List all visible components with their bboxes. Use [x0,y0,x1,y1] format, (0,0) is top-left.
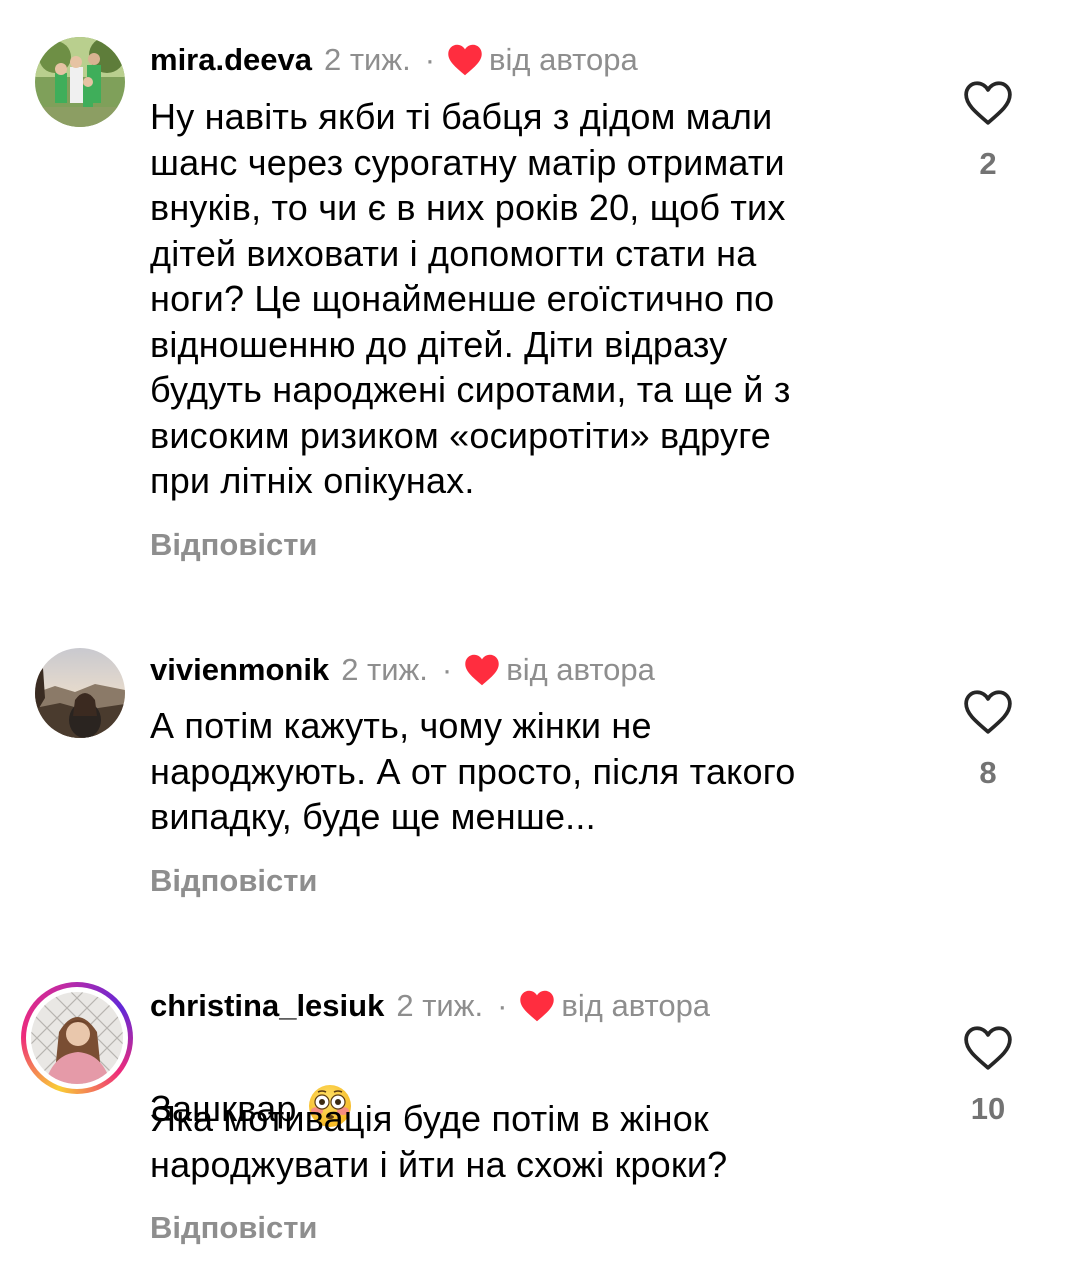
timestamp[interactable]: 2 тиж. [324,40,411,80]
like-count: 8 [979,755,997,790]
separator-dot: · [424,42,436,77]
username[interactable]: vivienmonik [150,650,329,690]
reply-button[interactable]: Відповісти [150,1208,318,1248]
author-heart-icon [465,654,499,686]
comment-text: А потім кажуть, чому жінки не народжують… [150,705,796,837]
avatar[interactable] [35,37,125,127]
comment-text: Ну навіть якби ті бабця з дідом мали шан… [150,96,791,501]
timestamp[interactable]: 2 тиж. [396,986,483,1026]
liked-by-author-label: від автора [561,988,711,1023]
heart-outline-icon[interactable] [963,1025,1013,1071]
separator-dot: · [497,988,508,1023]
comment-text: Яка мотивація буде потім в жінок народжу… [150,1098,728,1185]
like-control: 2 [952,80,1024,184]
heart-outline-icon[interactable] [963,689,1013,735]
avatar[interactable] [35,648,125,738]
username[interactable]: christina_lesiuk [150,986,384,1026]
author-heart-icon [448,44,482,76]
reply-button[interactable]: Відповісти [150,525,318,565]
like-count: 10 [970,1091,1006,1126]
like-control: 8 [952,689,1024,793]
timestamp[interactable]: 2 тиж. [341,650,428,690]
heart-outline-icon[interactable] [963,80,1013,126]
comment-meta: christina_lesiuk 2 тиж. · від автора [150,986,710,1026]
liked-by-author-label: від автора [489,42,638,77]
reply-button[interactable]: Відповісти [150,861,318,901]
like-count: 2 [979,146,997,181]
like-control: 10 [952,1025,1024,1129]
avatar[interactable] [31,992,123,1084]
comment-meta: mira.deeva 2 тиж. · від автора [150,40,638,80]
liked-by-author-label: від автора [506,652,655,687]
author-heart-icon [520,990,555,1022]
username[interactable]: mira.deeva [150,40,312,80]
comment-meta: vivienmonik 2 тиж. · від автора [150,650,655,690]
separator-dot: · [441,652,453,687]
